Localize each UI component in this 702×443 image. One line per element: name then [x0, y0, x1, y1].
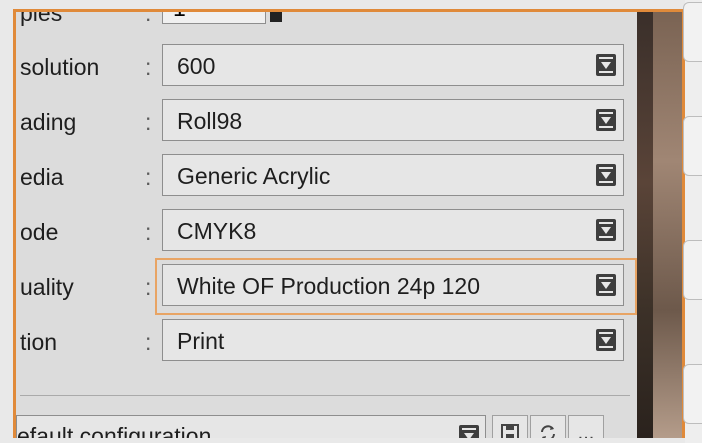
side-button-3[interactable] [683, 240, 702, 300]
form-row-action: tion : Print [16, 319, 637, 365]
dropdown-arrow-icon[interactable] [596, 54, 616, 76]
form-row-mode: ode : CMYK8 [16, 209, 637, 255]
colon: : [145, 12, 152, 26]
quality-highlight [155, 258, 637, 315]
action-value: Print [177, 328, 225, 354]
form-row-loading: ading : Roll98 [16, 99, 637, 145]
colon: : [145, 54, 152, 80]
side-button-2[interactable] [683, 116, 702, 176]
colon: : [145, 164, 152, 190]
media-select[interactable]: Generic Acrylic [162, 154, 624, 196]
loading-value: Roll98 [177, 108, 243, 134]
quality-label: uality [20, 274, 74, 300]
mode-label: ode [20, 219, 59, 245]
more-label: ... [577, 421, 595, 439]
form-row-media: edia : Generic Acrylic [16, 154, 637, 200]
loading-label: ading [20, 109, 77, 135]
copies-label: pies [20, 12, 63, 26]
colon: : [145, 329, 152, 355]
dropdown-arrow-icon[interactable] [596, 164, 616, 186]
resolution-value: 600 [177, 53, 216, 79]
media-value: Generic Acrylic [177, 163, 331, 189]
side-button-1[interactable] [683, 2, 702, 62]
dropdown-arrow-icon[interactable] [596, 329, 616, 351]
print-settings-panel: pies : 1 solution : 600 ading : Roll98 e… [16, 12, 637, 438]
form-row-resolution: solution : 600 [16, 44, 637, 90]
action-label: tion [20, 329, 58, 355]
mode-select[interactable]: CMYK8 [162, 209, 624, 251]
configuration-value: efault configuration [17, 423, 212, 438]
colon: : [145, 109, 152, 135]
copies-value: 1 [173, 12, 186, 22]
copies-input[interactable]: 1 [162, 12, 266, 24]
side-button-4[interactable] [683, 364, 702, 424]
dropdown-arrow-icon[interactable] [459, 425, 479, 438]
resolution-label: solution [20, 54, 100, 80]
background-image-strip [637, 12, 653, 438]
media-label: edia [20, 164, 64, 190]
dropdown-arrow-icon[interactable] [596, 109, 616, 131]
resolution-select[interactable]: 600 [162, 44, 624, 86]
colon: : [145, 219, 152, 245]
background-image-strip-right [653, 12, 682, 438]
copies-spinner[interactable] [270, 12, 282, 22]
refresh-config-button[interactable] [530, 415, 566, 438]
save-icon [501, 424, 519, 438]
mode-value: CMYK8 [177, 218, 257, 244]
colon: : [145, 274, 152, 300]
more-config-button[interactable]: ... [568, 415, 604, 438]
configuration-select[interactable]: efault configuration [16, 415, 486, 438]
action-select[interactable]: Print [162, 319, 624, 361]
divider [20, 395, 630, 396]
refresh-icon [541, 425, 555, 438]
dropdown-arrow-icon[interactable] [596, 219, 616, 241]
save-config-button[interactable] [492, 415, 528, 438]
loading-select[interactable]: Roll98 [162, 99, 624, 141]
